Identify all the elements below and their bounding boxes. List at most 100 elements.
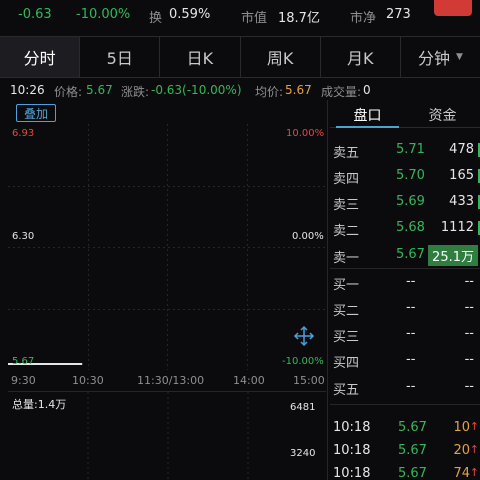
order-book-row: 买五 -- -- (330, 374, 480, 400)
book-qty: -- (464, 274, 474, 289)
trade-price: 5.67 (398, 443, 427, 458)
turnover-value: 0.59% (169, 7, 211, 22)
price-label: 价格: (54, 85, 83, 99)
up-arrow-icon: ↑ (469, 420, 479, 433)
crosshair-info-row: 10:26 价格: 5.67 涨跌: -0.63(-10.00%) 均价: 5.… (0, 82, 480, 100)
order-book-row: 买一 -- -- (330, 269, 480, 295)
pct-low-label: -10.00% (282, 356, 324, 367)
change-value-info: -0.63(-10.00%) (151, 83, 242, 97)
book-label: 买二 (333, 304, 360, 319)
book-price: 5.71 (396, 142, 425, 157)
book-price: 5.69 (396, 194, 425, 209)
book-label: 卖二 (333, 224, 360, 239)
tab-monthly-k[interactable]: 月K (321, 37, 401, 77)
book-label: 买五 (333, 383, 360, 398)
market-cap-label: 市值 (241, 11, 268, 26)
book-price: -- (406, 274, 416, 289)
chart-period-tabs: 分时 5日 日K 周K 月K 分钟 ▼ (0, 36, 480, 78)
tab-weekly-k[interactable]: 周K (241, 37, 321, 77)
trade-time: 10:18 (333, 443, 371, 458)
book-qty: -- (464, 352, 474, 367)
time-tick: 11:30/13:00 (137, 374, 205, 387)
info-time: 10:26 (10, 83, 45, 97)
book-price: -- (406, 326, 416, 341)
order-book-row: 买二 -- -- (330, 295, 480, 321)
tab-label: 盘口 (353, 107, 382, 124)
pct-high-label: 10.00% (286, 128, 325, 139)
intraday-chart[interactable] (8, 124, 326, 370)
change-value: -0.63 (18, 7, 52, 22)
market-cap-value: 18.7亿 (278, 11, 320, 26)
trade-qty: 74 (453, 466, 470, 480)
tab-label: 5日 (106, 49, 133, 68)
time-tick: 10:30 (72, 374, 104, 387)
time-tick: 14:00 (233, 374, 265, 387)
tab-capital-flow[interactable]: 资金 (405, 102, 480, 127)
move-icon[interactable] (292, 324, 316, 348)
trade-time: 10:18 (333, 420, 371, 435)
trade-price: 5.67 (398, 466, 427, 480)
book-qty: -- (464, 300, 474, 315)
avg-label: 均价: (255, 85, 284, 99)
book-price: -- (406, 300, 416, 315)
price-badge[interactable] (434, 0, 472, 16)
tab-order-book[interactable]: 盘口 (330, 102, 405, 128)
order-book-row: 卖四 5.70 165 (330, 163, 480, 189)
book-qty: 1112 (440, 220, 474, 235)
tab-5day[interactable]: 5日 (80, 37, 161, 77)
book-qty: 478 (449, 142, 474, 157)
trade-time: 10:18 (333, 466, 371, 480)
tab-daily-k[interactable]: 日K (160, 37, 241, 77)
trade-row: 10:18 5.67 10 ↑ (330, 417, 480, 439)
trade-price: 5.67 (398, 420, 427, 435)
time-axis: 9:30 10:30 11:30/13:00 14:00 15:00 (8, 372, 326, 390)
book-qty: -- (464, 379, 474, 394)
trade-qty: 10 (453, 420, 470, 435)
change-label: 涨跌: (121, 85, 150, 99)
book-label: 买一 (333, 278, 360, 293)
volume-value: 0 (363, 83, 371, 97)
price-value: 5.67 (86, 83, 113, 97)
book-price: 5.68 (396, 220, 425, 235)
time-tick: 15:00 (293, 374, 325, 387)
order-book-row: 卖三 5.69 433 (330, 189, 480, 215)
tab-label: 资金 (428, 107, 457, 124)
book-label: 卖四 (333, 172, 360, 187)
book-price: 5.67 (396, 247, 425, 262)
tab-intraday[interactable]: 分时 (0, 37, 81, 77)
price-mid-label: 6.30 (12, 231, 35, 242)
tab-minute[interactable]: 分钟 ▼ (401, 37, 480, 77)
up-arrow-icon: ↑ (469, 466, 479, 479)
book-label: 卖一 (333, 251, 360, 266)
pct-mid-label: 0.00% (292, 231, 324, 242)
trade-row: 10:18 5.67 20 ↑ (330, 440, 480, 462)
caret-down-icon: ▼ (455, 52, 463, 62)
book-qty: -- (464, 326, 474, 341)
book-price: 5.70 (396, 168, 425, 183)
book-qty-highlight: 25.1万 (428, 245, 478, 266)
price-high-label: 6.93 (12, 128, 35, 139)
pb-value: 273 (386, 7, 411, 22)
price-low-label: 5.67 (12, 356, 35, 367)
overlay-button[interactable]: 叠加 (16, 104, 56, 122)
divider (330, 404, 480, 405)
order-book-row: 卖一 5.67 25.1万 (330, 242, 480, 268)
tab-label: 月K (347, 49, 374, 68)
book-qty: 433 (449, 194, 474, 209)
book-label: 买三 (333, 330, 360, 345)
time-tick: 9:30 (11, 374, 36, 387)
tab-label: 分钟 (417, 49, 450, 68)
panel-divider (327, 100, 328, 480)
avg-value: 5.67 (285, 83, 312, 97)
order-book-row: 买三 -- -- (330, 321, 480, 347)
trade-row: 10:18 5.67 74 ↑ (330, 463, 480, 480)
book-price: -- (406, 379, 416, 394)
quote-stats-bar: -0.63 -10.00% 换 0.59% 市值 18.7亿 市净 273 (0, 0, 480, 32)
book-qty: 165 (449, 168, 474, 183)
book-label: 卖五 (333, 146, 360, 161)
order-book-row: 卖二 5.68 1112 (330, 215, 480, 241)
order-book-row: 卖五 5.71 478 (330, 137, 480, 163)
panel-tabs: 盘口 资金 (330, 102, 480, 128)
tab-label: 分时 (23, 49, 56, 68)
book-label: 买四 (333, 356, 360, 371)
